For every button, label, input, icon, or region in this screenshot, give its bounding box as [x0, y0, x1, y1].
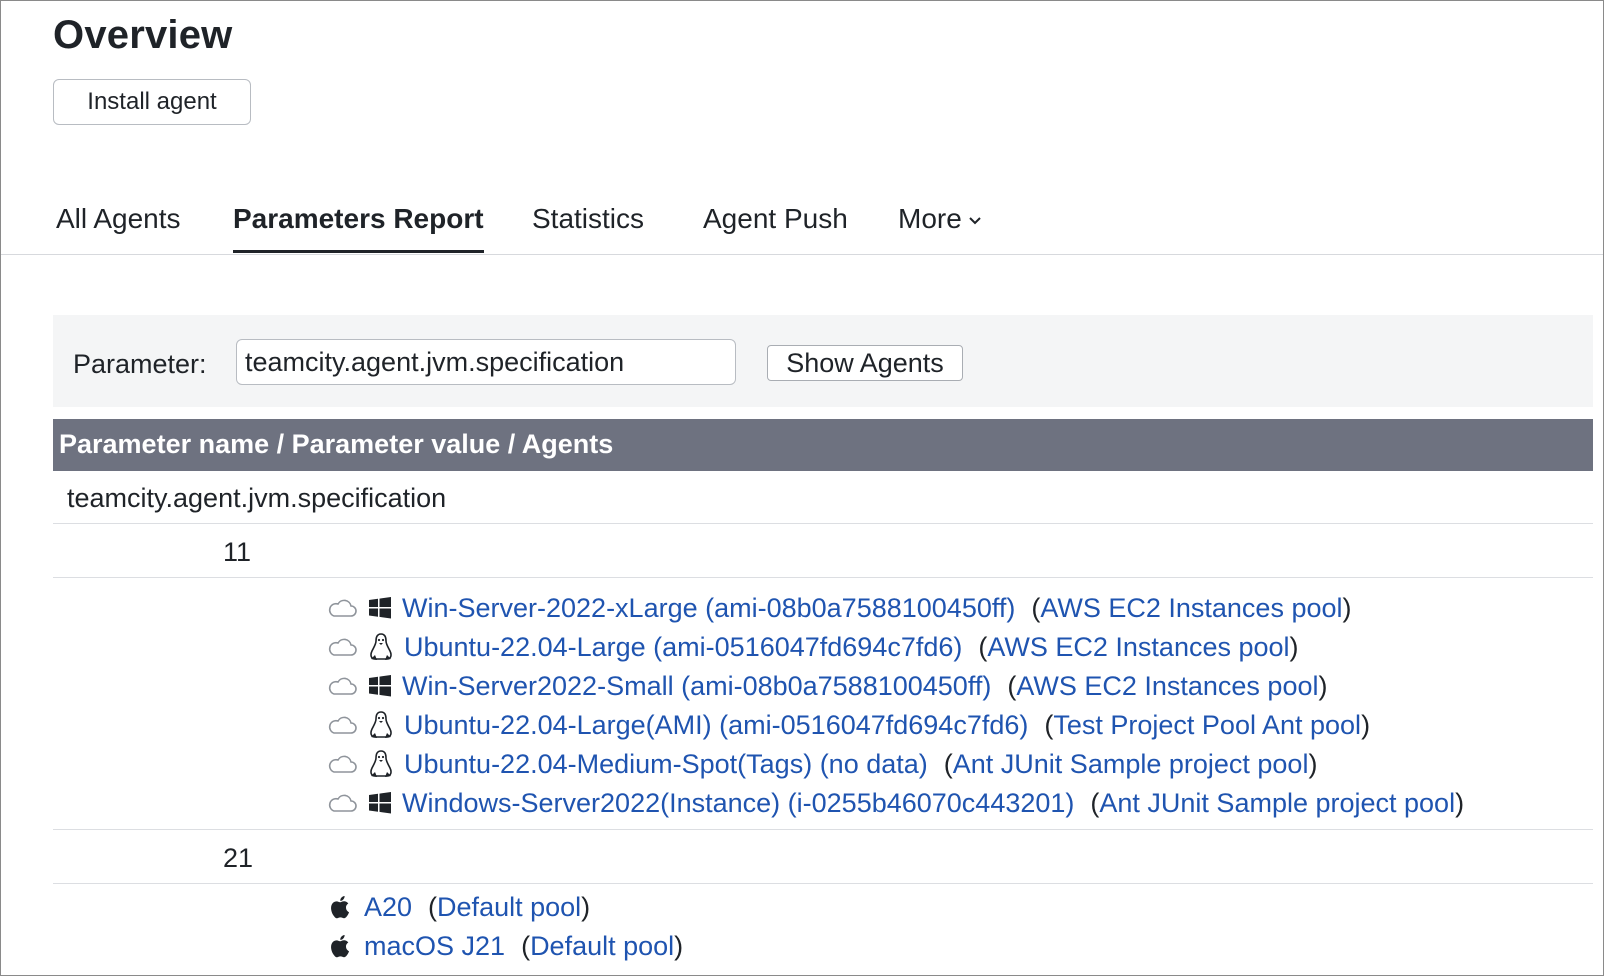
agent-row: Ubuntu-22.04-Large(AMI) (ami-0516047fd69…: [326, 707, 1370, 743]
row-divider: [53, 829, 1593, 830]
paren-close: ): [581, 891, 591, 922]
cloud-icon: [326, 753, 358, 775]
agent-link[interactable]: Windows-Server2022(Instance) (i-0255b460…: [402, 788, 1074, 819]
tab-more[interactable]: More: [898, 203, 982, 253]
pool-link[interactable]: Default pool: [437, 892, 581, 923]
paren-open: (: [1007, 670, 1017, 701]
agent-link[interactable]: Win-Server-2022-xLarge (ami-08b0a7588100…: [402, 593, 1015, 624]
table-header: Parameter name / Parameter value / Agent…: [53, 419, 1593, 471]
agent-row: macOS J21 (Default pool): [328, 928, 683, 964]
tab-label: Agent Push: [703, 203, 848, 234]
apple-icon: [328, 932, 354, 960]
agent-row: A20 (Default pool): [328, 889, 590, 925]
cloud-icon: [326, 597, 358, 619]
agent-link[interactable]: Win-Server2022-Small (ami-08b0a758810045…: [402, 671, 991, 702]
pool-link[interactable]: AWS EC2 Instances pool: [1016, 671, 1318, 702]
pool-link[interactable]: Ant JUnit Sample project pool: [1099, 788, 1455, 819]
paren-open: (: [428, 891, 438, 922]
paren-close: ): [1308, 748, 1318, 779]
agent-link[interactable]: Ubuntu-22.04-Medium-Spot(Tags) (no data): [404, 749, 928, 780]
parameter-name: teamcity.agent.jvm.specification: [67, 483, 447, 513]
parameter-value: 11: [223, 537, 252, 567]
paren-close: ): [1361, 709, 1371, 740]
agent-row: Ubuntu-22.04-Medium-Spot(Tags) (no data)…: [326, 746, 1317, 782]
pool-link[interactable]: AWS EC2 Instances pool: [987, 632, 1289, 663]
linux-icon: [368, 632, 394, 662]
windows-icon: [368, 791, 392, 815]
row-divider: [53, 577, 1593, 578]
paren-open: (: [1031, 592, 1041, 623]
paren-close: ): [1289, 631, 1299, 662]
cloud-icon: [326, 636, 358, 658]
pool-link[interactable]: Ant JUnit Sample project pool: [953, 749, 1309, 780]
linux-icon: [368, 749, 394, 779]
parameter-value: 21: [223, 843, 254, 873]
show-agents-button[interactable]: Show Agents: [767, 345, 963, 381]
agent-link[interactable]: Ubuntu-22.04-Large (ami-0516047fd694c7fd…: [404, 632, 962, 663]
paren-close: ): [1455, 787, 1465, 818]
paren-open: (: [521, 930, 531, 961]
page-frame: Overview Install agent All Agents Parame…: [0, 0, 1604, 976]
tab-statistics[interactable]: Statistics: [532, 203, 644, 253]
pool-link[interactable]: Default pool: [530, 931, 674, 962]
windows-icon: [368, 596, 392, 620]
tab-label: Statistics: [532, 203, 645, 234]
chevron-down-icon: [969, 216, 981, 225]
windows-icon: [368, 674, 392, 698]
page-title: Overview: [53, 13, 233, 57]
agent-link[interactable]: Ubuntu-22.04-Large(AMI) (ami-0516047fd69…: [404, 710, 1028, 741]
tab-label: All Agents: [56, 203, 181, 234]
agent-link[interactable]: macOS J21: [364, 931, 505, 962]
tab-parameters-report[interactable]: Parameters Report: [233, 203, 484, 253]
apple-icon: [328, 893, 354, 921]
paren-open: (: [1090, 787, 1100, 818]
tab-label: More: [898, 203, 962, 234]
agent-row: Ubuntu-22.04-Large (ami-0516047fd694c7fd…: [326, 629, 1299, 665]
paren-close: ): [674, 930, 684, 961]
cloud-icon: [326, 714, 358, 736]
pool-link[interactable]: AWS EC2 Instances pool: [1040, 593, 1342, 624]
agent-row: Win-Server2022-Small (ami-08b0a758810045…: [326, 668, 1327, 704]
parameter-label: Parameter:: [73, 349, 207, 379]
paren-open: (: [943, 748, 953, 779]
tab-all-agents[interactable]: All Agents: [56, 203, 181, 253]
linux-icon: [368, 710, 394, 740]
paren-close: ): [1342, 592, 1352, 623]
tab-bar: All Agents Parameters Report Statistics …: [1, 191, 1603, 255]
cloud-icon: [326, 792, 358, 814]
tab-agent-push[interactable]: Agent Push: [703, 203, 848, 253]
agent-row: Windows-Server2022(Instance) (i-0255b460…: [326, 785, 1464, 821]
paren-close: ): [1318, 670, 1328, 701]
paren-open: (: [1044, 709, 1054, 740]
install-agent-button[interactable]: Install agent: [53, 79, 251, 125]
row-divider: [53, 883, 1593, 884]
agent-link[interactable]: A20: [364, 892, 412, 923]
paren-open: (: [978, 631, 988, 662]
cloud-icon: [326, 675, 358, 697]
row-divider: [53, 523, 1593, 524]
agent-row: Win-Server-2022-xLarge (ami-08b0a7588100…: [326, 590, 1352, 626]
parameter-input[interactable]: [236, 339, 736, 385]
pool-link[interactable]: Test Project Pool Ant pool: [1053, 710, 1361, 741]
parameter-filter-bar: Parameter: Show Agents: [53, 315, 1593, 407]
tab-label: Parameters Report: [233, 203, 484, 234]
